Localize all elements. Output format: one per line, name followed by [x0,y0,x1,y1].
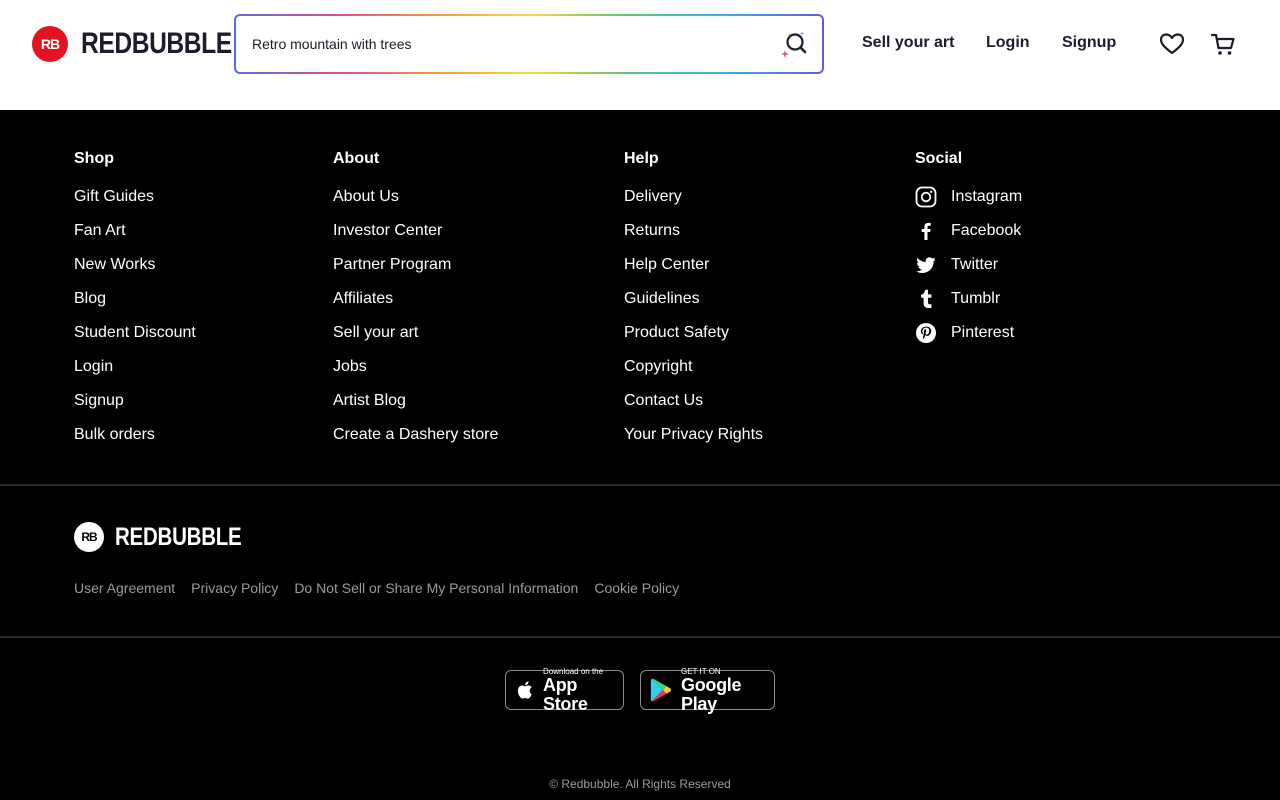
legal-link-user-agreement[interactable]: User Agreement [74,580,175,596]
footer-link-about-us[interactable]: About Us [333,188,399,206]
footer-link-affiliates[interactable]: Affiliates [333,290,393,308]
pinterest-icon [915,322,937,344]
copyright-notice: © Redbubble. All Rights Reserved [549,777,731,791]
footer-logo[interactable]: RB REDBUBBLE [74,522,269,552]
favorites-button[interactable] [1158,30,1186,58]
footer-link-login[interactable]: Login [74,358,113,376]
search-input[interactable] [252,16,772,72]
social-link-twitter[interactable]: Twitter [951,256,998,274]
redbubble-logo[interactable]: RB REDBUBBLE [32,26,265,62]
search-button[interactable] [778,28,810,60]
cart-icon [1210,33,1235,55]
col-title-help: Help [624,150,659,167]
site-header: RB REDBUBBLE Sell your art Login Signup [0,0,1280,110]
cart-button[interactable] [1209,30,1237,58]
footer-col-about: About About Us Investor Center Partner P… [333,150,498,460]
legal-link-privacy-policy[interactable]: Privacy Policy [191,580,278,596]
footer-link-jobs[interactable]: Jobs [333,358,367,376]
instagram-icon [915,186,937,208]
twitter-icon [915,254,937,276]
footer-col-social: Social Instagram Facebook Twitter Tumblr… [915,150,1022,358]
google-play-icon [650,678,672,702]
legal-links: User Agreement Privacy Policy Do Not Sel… [74,580,695,596]
search-bar [234,14,824,74]
tumblr-icon [915,288,937,310]
social-link-pinterest[interactable]: Pinterest [951,324,1014,342]
footer-link-blog[interactable]: Blog [74,290,106,308]
google-play-text: GET IT ON Google Play [681,666,742,714]
search-bar-inner [236,16,822,72]
facebook-icon [915,220,937,242]
footer-divider-bottom [0,636,1280,638]
footer-link-gift-guides[interactable]: Gift Guides [74,188,154,206]
footer-link-guidelines[interactable]: Guidelines [624,290,700,308]
footer-link-copyright[interactable]: Copyright [624,358,692,376]
logo-badge: RB [32,26,68,62]
search-sparkle-icon [781,31,807,58]
social-link-facebook[interactable]: Facebook [951,222,1021,240]
footer-link-partner-program[interactable]: Partner Program [333,256,451,274]
footer-link-student-discount[interactable]: Student Discount [74,324,196,342]
social-links: Instagram Facebook Twitter Tumblr Pinter… [915,186,1022,358]
footer-link-new-works[interactable]: New Works [74,256,156,274]
footer-link-product-safety[interactable]: Product Safety [624,324,729,342]
footer-link-sell-your-art[interactable]: Sell your art [333,324,418,342]
footer-link-help-center[interactable]: Help Center [624,256,709,274]
footer-link-contact-us[interactable]: Contact Us [624,392,703,410]
heart-icon [1159,33,1185,55]
about-links: About Us Investor Center Partner Program… [333,188,498,460]
footer-col-help: Help Delivery Returns Help Center Guidel… [624,150,763,460]
footer-logo-badge: RB [74,522,104,552]
footer-link-delivery[interactable]: Delivery [624,188,682,206]
logo-wordmark: REDBUBBLE [81,27,232,60]
footer-link-signup[interactable]: Signup [74,392,124,410]
app-store-badge[interactable]: Download on the App Store [505,667,624,713]
footer-link-bulk-orders[interactable]: Bulk orders [74,426,155,444]
footer-col-shop: Shop Gift Guides Fan Art New Works Blog … [74,150,196,460]
nav-sell-your-art[interactable]: Sell your art [862,34,954,52]
footer-link-returns[interactable]: Returns [624,222,680,240]
footer-links: Shop Gift Guides Fan Art New Works Blog … [0,110,1280,485]
help-links: Delivery Returns Help Center Guidelines … [624,188,763,460]
legal-link-cookie-policy[interactable]: Cookie Policy [594,580,679,596]
apple-icon [517,681,532,699]
col-title-shop: Shop [74,150,114,167]
footer-link-artist-blog[interactable]: Artist Blog [333,392,406,410]
google-play-badge[interactable]: GET IT ON Google Play [640,667,775,713]
col-title-social: Social [915,150,963,167]
footer-link-dashery-store[interactable]: Create a Dashery store [333,426,498,444]
nav-login[interactable]: Login [986,34,1030,52]
nav-signup[interactable]: Signup [1062,34,1116,52]
shop-links: Gift Guides Fan Art New Works Blog Stude… [74,188,196,460]
social-link-instagram[interactable]: Instagram [951,188,1022,206]
footer-link-investor-center[interactable]: Investor Center [333,222,442,240]
app-store-text: Download on the App Store [543,666,604,714]
footer-logo-wordmark: REDBUBBLE [115,522,242,551]
footer-link-fan-art[interactable]: Fan Art [74,222,126,240]
social-link-tumblr[interactable]: Tumblr [951,290,1000,308]
footer-divider-top [0,484,1280,486]
footer-link-privacy-rights[interactable]: Your Privacy Rights [624,426,763,444]
legal-link-do-not-sell[interactable]: Do Not Sell or Share My Personal Informa… [294,580,578,596]
col-title-about: About [333,150,380,167]
